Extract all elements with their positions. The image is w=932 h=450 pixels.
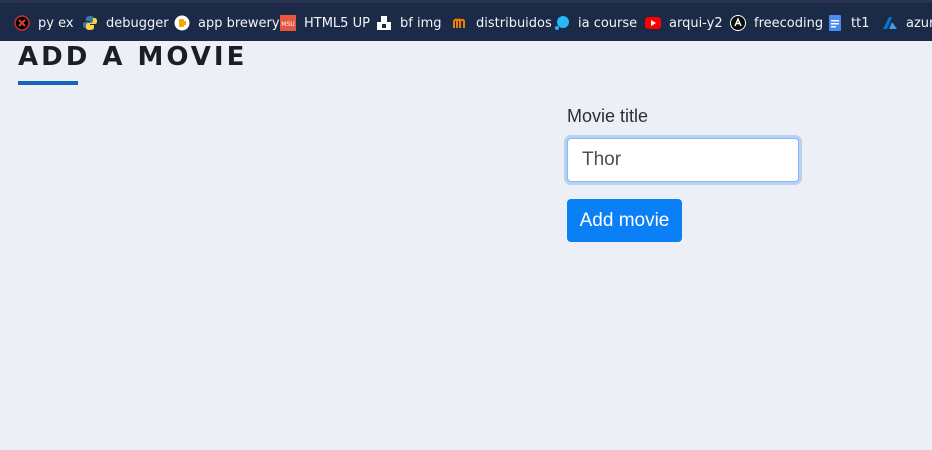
distribuidos-icon — [452, 15, 468, 31]
bookmark-py-ex[interactable]: py ex — [14, 12, 74, 34]
add-movie-button[interactable]: Add movie — [567, 199, 682, 242]
bookmark-freecoding[interactable]: freecoding — [730, 12, 823, 34]
bookmark-azure[interactable]: azure — [882, 12, 932, 34]
bookmark-label: bf img — [400, 15, 442, 31]
page-title: ADD A MOVIE — [18, 42, 248, 72]
python-icon — [82, 15, 98, 31]
youtube-icon — [645, 15, 661, 31]
app-brewery-icon — [174, 15, 190, 31]
bookmark-tt1[interactable]: tt1 — [827, 12, 869, 34]
bookmark-label: py ex — [38, 15, 74, 31]
movie-title-input[interactable] — [567, 138, 799, 182]
bookmark-html5-up[interactable]: MSU HTML5 UP — [280, 12, 370, 34]
bookmark-label: app brewery — [198, 15, 280, 31]
docs-icon — [827, 15, 843, 31]
bookmark-label: debugger — [106, 15, 169, 31]
ia-course-icon — [554, 15, 570, 31]
bookmark-label: arqui-y2 — [669, 15, 723, 31]
html5up-icon: MSU — [280, 15, 296, 31]
bookmark-app-brewery[interactable]: app brewery — [174, 12, 280, 34]
bookmark-label: azure — [906, 15, 932, 31]
bookmark-distribuidos[interactable]: distribuidos — [452, 12, 552, 34]
bookmark-label: HTML5 UP — [304, 15, 370, 31]
bookmarks-bar: py ex debugger app brewery MSU HTML5 UP … — [0, 0, 932, 41]
bookmark-label: ia course — [578, 15, 638, 31]
bookmark-ia-course[interactable]: ia course — [554, 12, 637, 34]
bookmark-bf-img[interactable]: bf img — [376, 12, 442, 34]
bookmark-label: tt1 — [851, 15, 870, 31]
title-underline — [18, 81, 78, 85]
pyexercise-icon — [14, 15, 30, 31]
movie-title-label: Movie title — [567, 106, 649, 126]
azure-icon — [882, 15, 898, 31]
svg-text:MSU: MSU — [281, 21, 294, 28]
freecoding-icon — [730, 15, 746, 31]
bookmark-label: freecoding — [754, 15, 824, 31]
bookmark-arqui-y2[interactable]: arqui-y2 — [645, 12, 723, 34]
bf-img-icon — [376, 15, 392, 31]
bookmark-label: distribuidos — [476, 15, 552, 31]
bookmark-debugger[interactable]: debugger — [82, 12, 169, 34]
